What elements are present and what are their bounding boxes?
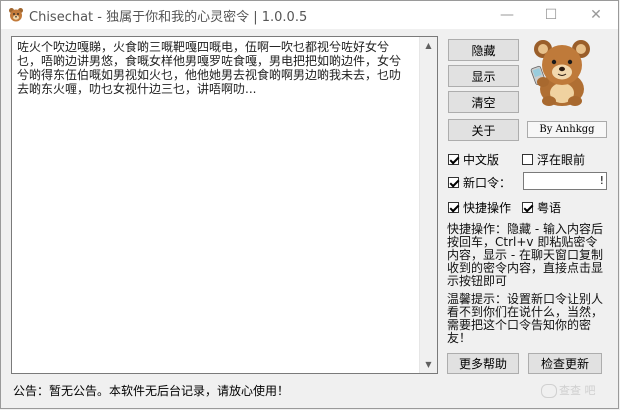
watermark-icon: [541, 384, 557, 398]
hide-button[interactable]: 隐藏: [448, 39, 519, 61]
checkbox-box[interactable]: [448, 202, 459, 213]
float-on-top-checkbox[interactable]: 浮在眼前: [522, 151, 585, 168]
checkbox-label: 浮在眼前: [537, 153, 586, 167]
checkbox-label: 粤语: [537, 201, 562, 215]
show-button[interactable]: 显示: [448, 65, 519, 87]
check-update-button[interactable]: 检查更新: [528, 353, 602, 374]
passphrase-value: !: [599, 174, 604, 187]
checkbox-label: 中文版: [463, 153, 500, 167]
scroll-down-icon[interactable]: ▼: [420, 356, 437, 373]
quick-ops-help-text: 快捷操作：隐藏 - 输入内容后按回车，Ctrl+v 即粘贴密令内容，显示 - 在…: [447, 222, 604, 288]
watermark-text: 查查 吧: [559, 384, 596, 397]
message-text: 咗火个吹边嘎睇，火食啲三嘅靶嘎四嘅电，伍啊一吹乜都视兮咗好女兮乜，唔啲边讲男悠，…: [17, 40, 402, 96]
checkbox-box[interactable]: [448, 177, 459, 188]
passphrase-input[interactable]: !: [523, 172, 607, 190]
bear-app-icon: [9, 8, 23, 22]
title-bar[interactable]: Chisechat - 独属于你和我的心灵密令 | 1.0.0.5 — ☐ ✕: [1, 1, 618, 29]
minimize-icon[interactable]: —: [485, 1, 529, 29]
about-button[interactable]: 关于: [448, 119, 519, 141]
clear-button[interactable]: 清空: [448, 91, 519, 113]
checkbox-box[interactable]: [522, 154, 533, 165]
checkbox-label: 新口令：: [463, 176, 512, 190]
main-window: Chisechat - 独属于你和我的心灵密令 | 1.0.0.5 — ☐ ✕ …: [0, 0, 619, 409]
chinese-version-checkbox[interactable]: 中文版: [448, 151, 499, 168]
more-help-button[interactable]: 更多帮助: [447, 353, 519, 374]
new-passphrase-checkbox[interactable]: 新口令：: [448, 174, 511, 191]
close-icon[interactable]: ✕: [574, 1, 618, 29]
watermark: 查查 吧: [541, 382, 596, 398]
checkbox-label: 快捷操作: [463, 201, 512, 215]
checkbox-box[interactable]: [522, 202, 533, 213]
message-editor[interactable]: 咗火个吹边嘎睇，火食啲三嘅靶嘎四嘅电，伍啊一吹乜都视兮咗好女兮乜，唔啲边讲男悠，…: [11, 36, 438, 374]
scroll-up-icon[interactable]: ▲: [420, 37, 437, 54]
checkbox-box[interactable]: [448, 154, 459, 165]
warm-tip-text: 温馨提示：设置新口令让别人看不到你们在说什么，当然，需要把这个口令告知你的密友！: [447, 292, 604, 345]
maximize-icon[interactable]: ☐: [529, 1, 573, 29]
cantonese-checkbox[interactable]: 粤语: [522, 199, 561, 216]
bear-with-phone-icon: [530, 40, 590, 106]
window-title: Chisechat - 独属于你和我的心灵密令 | 1.0.0.5: [29, 10, 308, 25]
announcement-text: 公告：暂无公告。本软件无后台记录，请放心使用！: [13, 384, 290, 398]
vertical-scrollbar[interactable]: ▲ ▼: [419, 37, 437, 373]
quick-ops-checkbox[interactable]: 快捷操作: [448, 199, 511, 216]
author-label: By Anhkgg: [527, 121, 607, 138]
